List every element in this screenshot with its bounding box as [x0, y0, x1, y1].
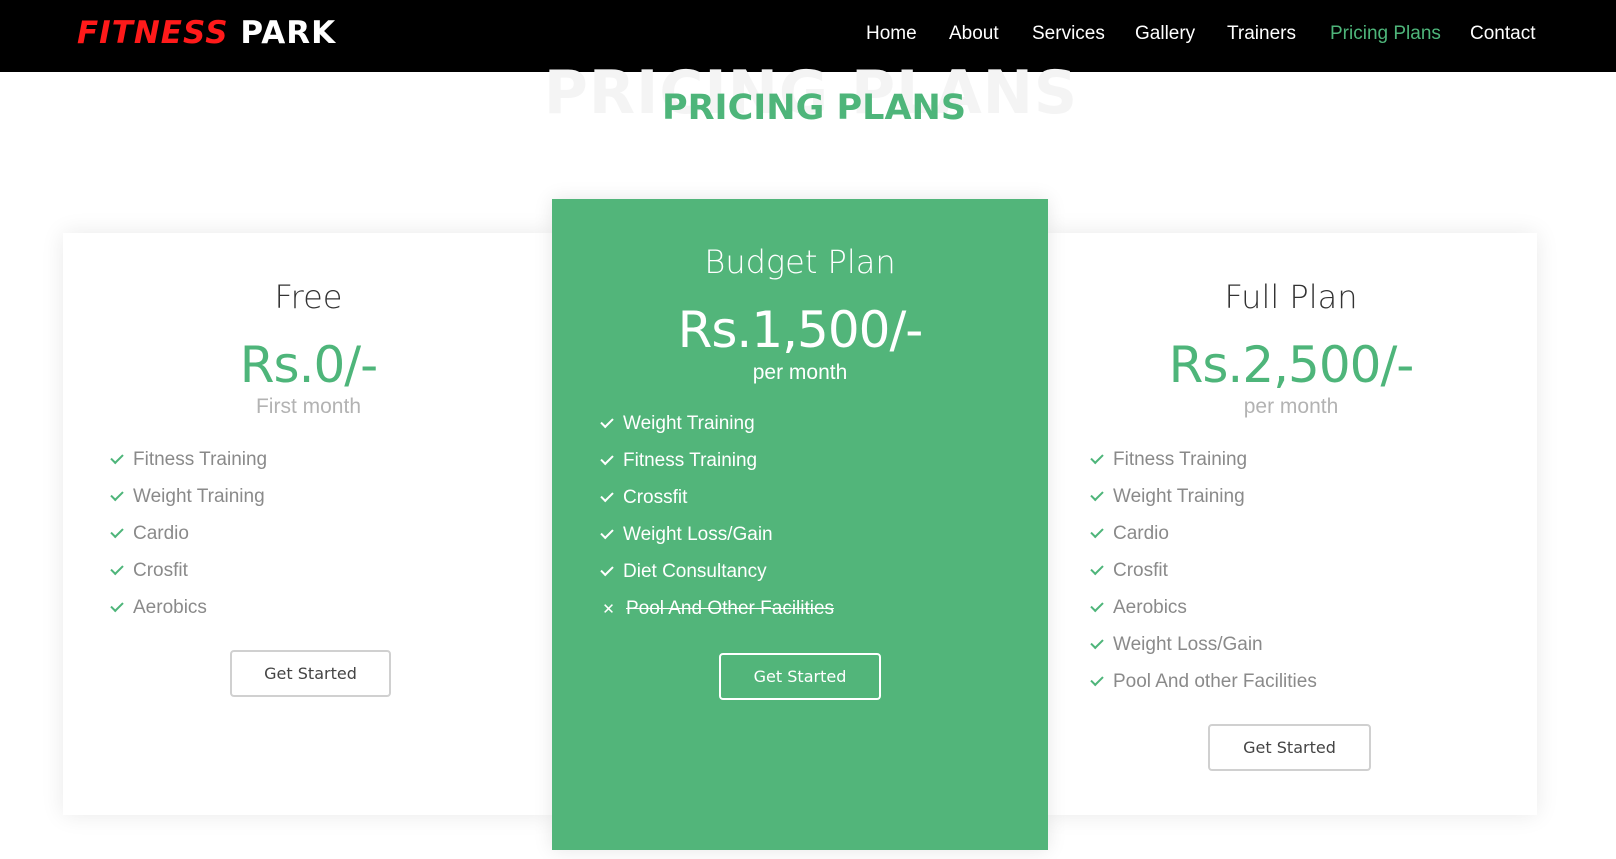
nav-gallery[interactable]: Gallery	[1135, 20, 1195, 48]
plan-period: First month	[255, 395, 362, 418]
get-started-button[interactable]: Get Started	[230, 650, 391, 697]
nav-contact[interactable]: Contact	[1470, 20, 1535, 48]
list-item: Weight Training	[110, 483, 267, 520]
plan-name: Budget Plan	[704, 243, 896, 281]
check-icon	[110, 450, 124, 465]
check-icon	[1090, 561, 1104, 576]
feature-text: Fitness Training	[133, 449, 268, 470]
feature-list: Weight Training Fitness Training Crossfi…	[600, 410, 834, 632]
section-title: PRICING PLANS	[661, 88, 967, 128]
list-item: Crosfit	[110, 557, 267, 594]
list-item: Crossfit	[600, 484, 834, 521]
check-icon	[1090, 672, 1104, 687]
feature-list: Fitness Training Weight Training Cardio …	[1090, 446, 1317, 705]
get-started-button[interactable]: Get Started	[1208, 724, 1371, 771]
list-item: Crosfit	[1090, 557, 1317, 594]
brand-name-park: PARK	[240, 15, 337, 51]
list-item: Diet Consultancy	[600, 558, 834, 595]
check-icon	[600, 451, 614, 466]
check-icon	[110, 487, 124, 502]
feature-text: Fitness Training	[623, 450, 758, 471]
plan-name: Full Plan	[1224, 278, 1358, 316]
get-started-button[interactable]: Get Started	[719, 653, 881, 700]
check-icon	[1090, 450, 1104, 465]
list-item: Weight Training	[1090, 483, 1317, 520]
nav-about[interactable]: About	[949, 20, 999, 48]
feature-text: Pool And Other Facilities	[626, 598, 835, 619]
feature-text: Aerobics	[1113, 597, 1187, 618]
list-item: Fitness Training	[1090, 446, 1317, 483]
plan-price: Rs.2,500/-	[1168, 336, 1415, 394]
check-icon	[110, 524, 124, 539]
check-icon	[600, 562, 614, 577]
list-item: Aerobics	[110, 594, 267, 631]
check-icon	[600, 525, 614, 540]
brand-logo[interactable]: FITNESS PARK	[77, 13, 336, 53]
plan-price: Rs.1,500/-	[677, 301, 924, 359]
check-icon	[110, 598, 124, 613]
plan-price: Rs.0/-	[239, 336, 378, 394]
feature-text: Fitness Training	[1113, 449, 1248, 470]
plan-name: Free	[274, 278, 343, 316]
pricing-card-free: Free Rs.0/- First month Fitness Training…	[63, 233, 554, 815]
nav-services[interactable]: Services	[1032, 20, 1105, 48]
list-item: Aerobics	[1090, 594, 1317, 631]
brand-name-fitness: FITNESS	[77, 15, 229, 51]
list-item: Cardio	[110, 520, 267, 557]
feature-text: Crosfit	[133, 560, 188, 581]
list-item: Weight Loss/Gain	[1090, 631, 1317, 668]
nav-pricing-plans[interactable]: Pricing Plans	[1330, 20, 1441, 48]
check-icon	[1090, 487, 1104, 502]
feature-text: Cardio	[133, 523, 189, 544]
list-item: Pool And other Facilities	[1090, 668, 1317, 705]
feature-text: Weight Training	[1113, 486, 1245, 507]
cross-icon: ✕	[602, 600, 615, 618]
plan-period: per month	[752, 361, 848, 384]
list-item: Cardio	[1090, 520, 1317, 557]
feature-list: Fitness Training Weight Training Cardio …	[110, 446, 268, 631]
feature-text: Aerobics	[133, 597, 207, 618]
list-item: Fitness Training	[600, 447, 834, 484]
plan-period: per month	[1243, 395, 1339, 418]
nav-trainers[interactable]: Trainers	[1227, 20, 1296, 48]
check-icon	[110, 561, 124, 576]
feature-text: Diet Consultancy	[623, 561, 767, 582]
check-icon	[600, 414, 614, 429]
check-icon	[600, 488, 614, 503]
pricing-card-full: Full Plan Rs.2,500/- per month Fitness T…	[1045, 233, 1537, 815]
feature-text: Weight Loss/Gain	[623, 524, 773, 545]
feature-text: Weight Loss/Gain	[1113, 634, 1263, 655]
feature-text: Crosfit	[1113, 560, 1168, 581]
pricing-card-budget: Budget Plan Rs.1,500/- per month Weight …	[552, 199, 1048, 850]
list-item: Fitness Training	[110, 446, 268, 483]
feature-text: Cardio	[1113, 523, 1169, 544]
check-icon	[1090, 635, 1104, 650]
nav-home[interactable]: Home	[866, 20, 917, 48]
feature-text: Crossfit	[623, 487, 688, 508]
check-icon	[1090, 524, 1104, 539]
feature-text: Pool And other Facilities	[1113, 671, 1317, 692]
feature-text: Weight Training	[623, 413, 755, 434]
list-item: Weight Training	[600, 410, 834, 447]
feature-text: Weight Training	[133, 486, 265, 507]
list-item: Weight Loss/Gain	[600, 521, 834, 558]
list-item: ✕ Pool And Other Facilities	[601, 595, 834, 632]
check-icon	[1090, 598, 1104, 613]
